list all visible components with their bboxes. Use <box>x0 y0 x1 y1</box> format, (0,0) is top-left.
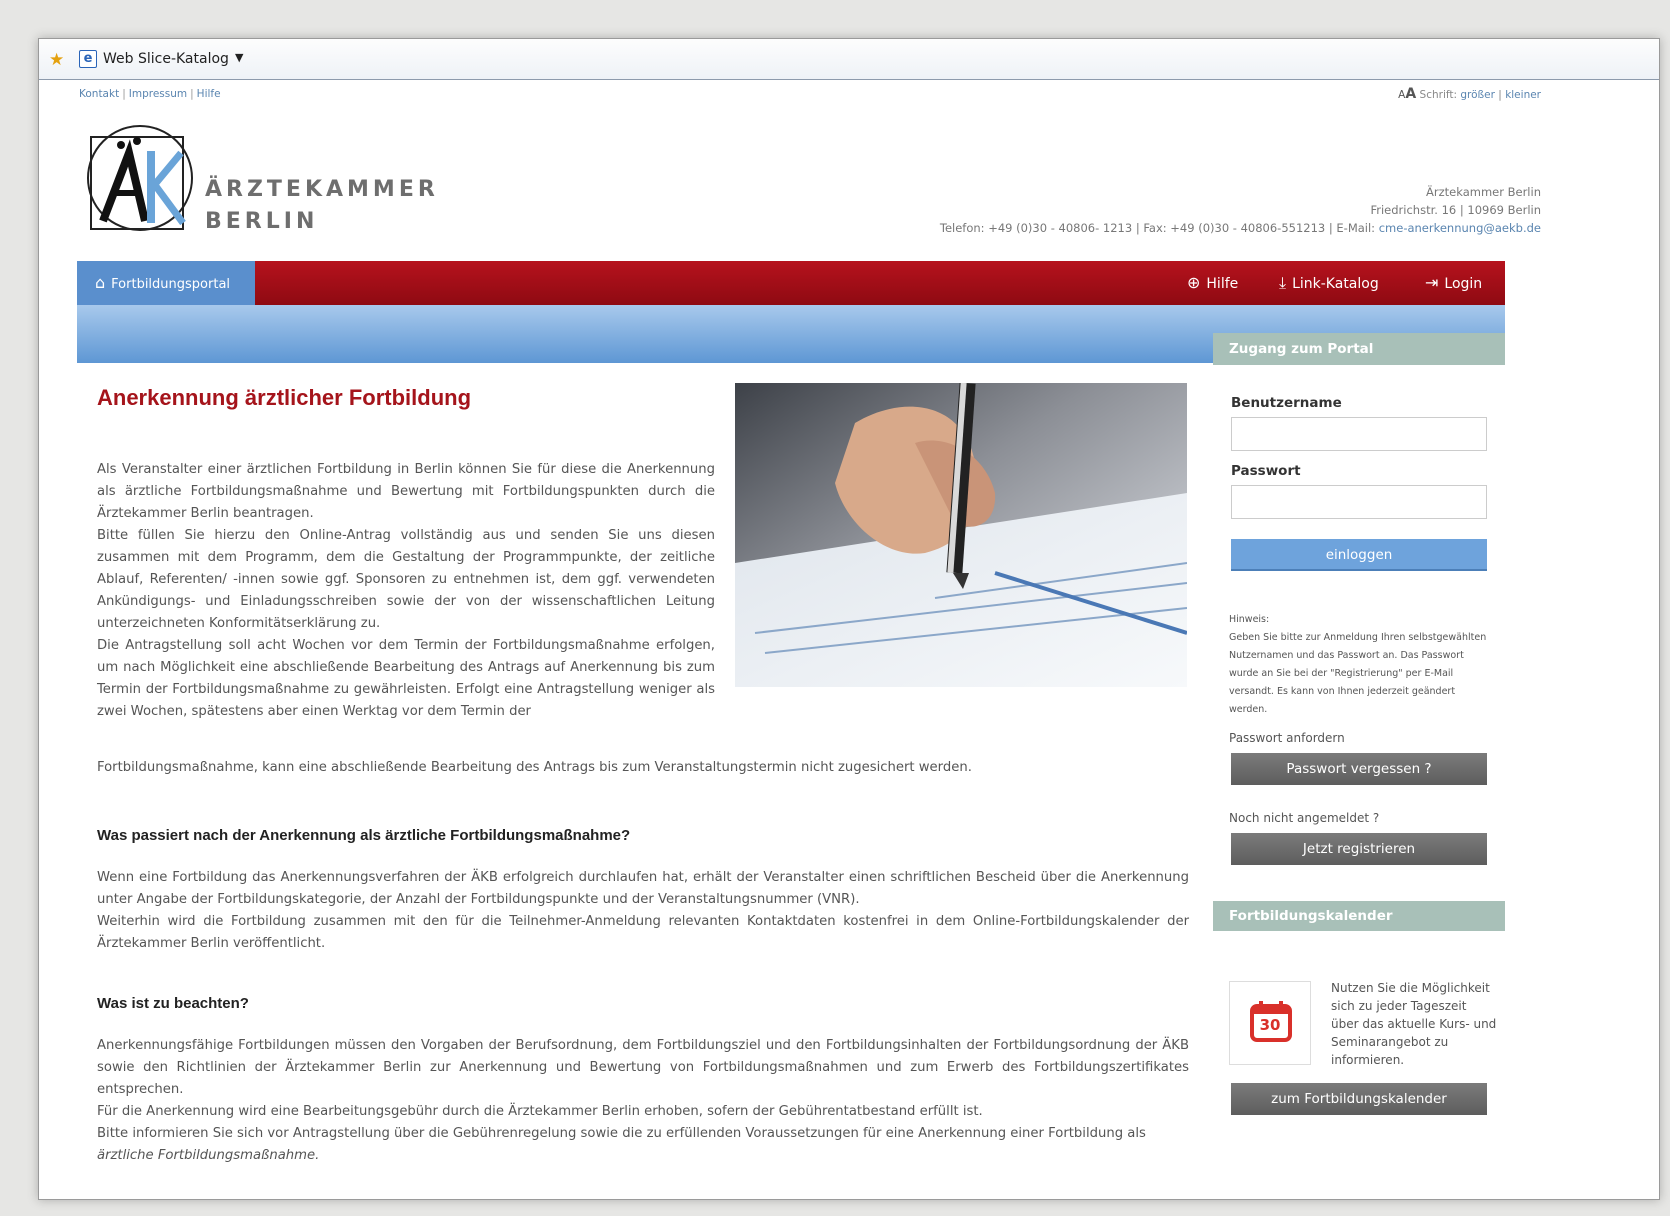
nav-tab-fortbildungsportal[interactable]: ⌂ Fortbildungsportal <box>77 261 255 305</box>
nav-link-catalog-label: Link-Katalog <box>1292 276 1379 292</box>
calendar-header: Fortbildungskalender <box>1213 901 1505 931</box>
intro-paragraph-2: Bitte füllen Sie hierzu den Online-Antra… <box>97 528 715 631</box>
notes-paragraph-1: Anerkennungsfähige Fortbildungen müssen … <box>97 1038 1189 1097</box>
nav-help[interactable]: ⊕ Hilfe <box>1187 261 1238 305</box>
after-recognition-text: Wenn eine Fortbildung das Anerkennungsve… <box>97 867 1189 955</box>
address-contact: Telefon: +49 (0)30 - 40806- 1213 | Fax: … <box>940 219 1541 237</box>
separator: | <box>1498 89 1502 101</box>
after-paragraph-2: Weiterhin wird die Fortbildung zusammen … <box>97 914 1189 951</box>
login-hint: Hinweis: Geben Sie bitte zur Anmeldung I… <box>1229 611 1491 719</box>
lifebuoy-icon: ⊕ <box>1187 273 1201 292</box>
forgot-password-button[interactable]: Passwort vergessen ? <box>1231 753 1487 785</box>
font-bigger-link[interactable]: größer <box>1460 89 1495 101</box>
main-navigation: ⌂ Fortbildungsportal ⊕ Hilfe ⤓ Link-Katalog… <box>77 261 1505 305</box>
font-large-icon: A <box>1405 86 1417 102</box>
download-icon: ⤓ <box>1279 273 1287 292</box>
nav-login[interactable]: ⇥ Login <box>1425 261 1482 305</box>
chevron-down-icon[interactable]: ▼ <box>235 51 243 64</box>
address-street: Friedrichstr. 16 | 10969 Berlin <box>1370 203 1541 217</box>
favorites-star-icon[interactable]: ★ <box>49 50 64 70</box>
kontakt-link[interactable]: Kontakt <box>79 88 119 100</box>
password-label: Passwort <box>1231 463 1301 479</box>
hilfe-link[interactable]: Hilfe <box>197 88 221 100</box>
logo-text-line2: BERLIN <box>205 209 319 234</box>
calendar-description: Nutzen Sie die Möglichkeit sich zu jeder… <box>1331 981 1497 1067</box>
font-size-label: Schrift: <box>1419 89 1458 101</box>
intro-text: Als Veranstalter einer ärztlichen Fortbi… <box>97 459 715 723</box>
calendar-button[interactable]: zum Fortbildungskalender <box>1231 1083 1487 1115</box>
password-input[interactable] <box>1231 485 1487 519</box>
home-icon: ⌂ <box>95 273 106 292</box>
address-name: Ärztekammer Berlin <box>1426 185 1541 199</box>
logo-emblem[interactable] <box>85 123 195 233</box>
address-email-link[interactable]: cme-anerkennung@aekb.de <box>1379 221 1541 235</box>
notes-text: Anerkennungsfähige Fortbildungen müssen … <box>97 1035 1189 1167</box>
separator: | <box>190 88 194 100</box>
notes-paragraph-3-italic: ärztliche Fortbildungsmaßnahme. <box>97 1148 320 1163</box>
nav-link-catalog[interactable]: ⤓ Link-Katalog <box>1279 261 1379 305</box>
top-links: Kontakt | Impressum | Hilfe <box>79 88 221 100</box>
heading-notes: Was ist zu beachten? <box>97 995 249 1012</box>
font-size-control: AA Schrift: größer | kleiner <box>1398 86 1541 102</box>
nav-tab-label: Fortbildungsportal <box>111 277 231 292</box>
font-smaller-link[interactable]: kleiner <box>1505 89 1541 101</box>
username-input[interactable] <box>1231 417 1487 451</box>
intro-paragraph-1: Als Veranstalter einer ärztlichen Fortbi… <box>97 462 715 521</box>
page-title: Anerkennung ärztlicher Fortbildung <box>97 385 472 410</box>
nav-login-label: Login <box>1444 276 1483 292</box>
username-label: Benutzername <box>1231 395 1342 411</box>
login-sidebar: Zugang zum Portal Benutzername Passwort … <box>1213 333 1505 1199</box>
heading-after-recognition: Was passiert nach der Anerkennung als är… <box>97 827 631 844</box>
browser-window: ★ e Web Slice-Katalog ▼ Kontakt | Impressu… <box>38 38 1660 1200</box>
portal-access-header: Zugang zum Portal <box>1213 333 1505 365</box>
web-slice-catalog-link[interactable]: Web Slice-Katalog <box>103 51 229 67</box>
nav-help-label: Hilfe <box>1206 276 1239 292</box>
login-icon: ⇥ <box>1425 273 1439 292</box>
logo-text-line1: ÄRZTEKAMMER <box>205 177 439 202</box>
address-block: Ärztekammer Berlin Friedrichstr. 16 | 10… <box>940 183 1541 237</box>
intro-paragraph-3: Die Antragstellung soll acht Wochen vor … <box>97 638 715 719</box>
after-paragraph-1: Wenn eine Fortbildung das Anerkennungsve… <box>97 870 1189 907</box>
separator: | <box>122 88 126 100</box>
notes-paragraph-3: Bitte informieren Sie sich vor Antragste… <box>97 1126 1146 1141</box>
writing-hand-photo <box>735 382 1188 687</box>
calendar-day: 30 <box>1259 1016 1281 1034</box>
request-password-label: Passwort anfordern <box>1229 731 1345 745</box>
register-button[interactable]: Jetzt registrieren <box>1231 833 1487 865</box>
web-slice-icon[interactable]: e <box>79 50 97 68</box>
favorites-bar: ★ e Web Slice-Katalog ▼ <box>39 39 1659 80</box>
address-phone-fax: Telefon: +49 (0)30 - 40806- 1213 | Fax: … <box>939 221 1379 235</box>
not-registered-label: Noch nicht angemeldet ? <box>1229 811 1380 825</box>
hint-text: Geben Sie bitte zur Anmeldung Ihren selb… <box>1229 632 1487 715</box>
calendar-icon-box[interactable]: 30 <box>1229 981 1311 1065</box>
impressum-link[interactable]: Impressum <box>129 88 187 100</box>
intro-paragraph-3-end: Fortbildungsmaßnahme, kann eine abschlie… <box>97 760 972 775</box>
login-button[interactable]: einloggen <box>1231 539 1487 571</box>
hint-title: Hinweis: <box>1229 614 1270 625</box>
notes-paragraph-2: Für die Anerkennung wird eine Bearbeitun… <box>97 1104 983 1119</box>
